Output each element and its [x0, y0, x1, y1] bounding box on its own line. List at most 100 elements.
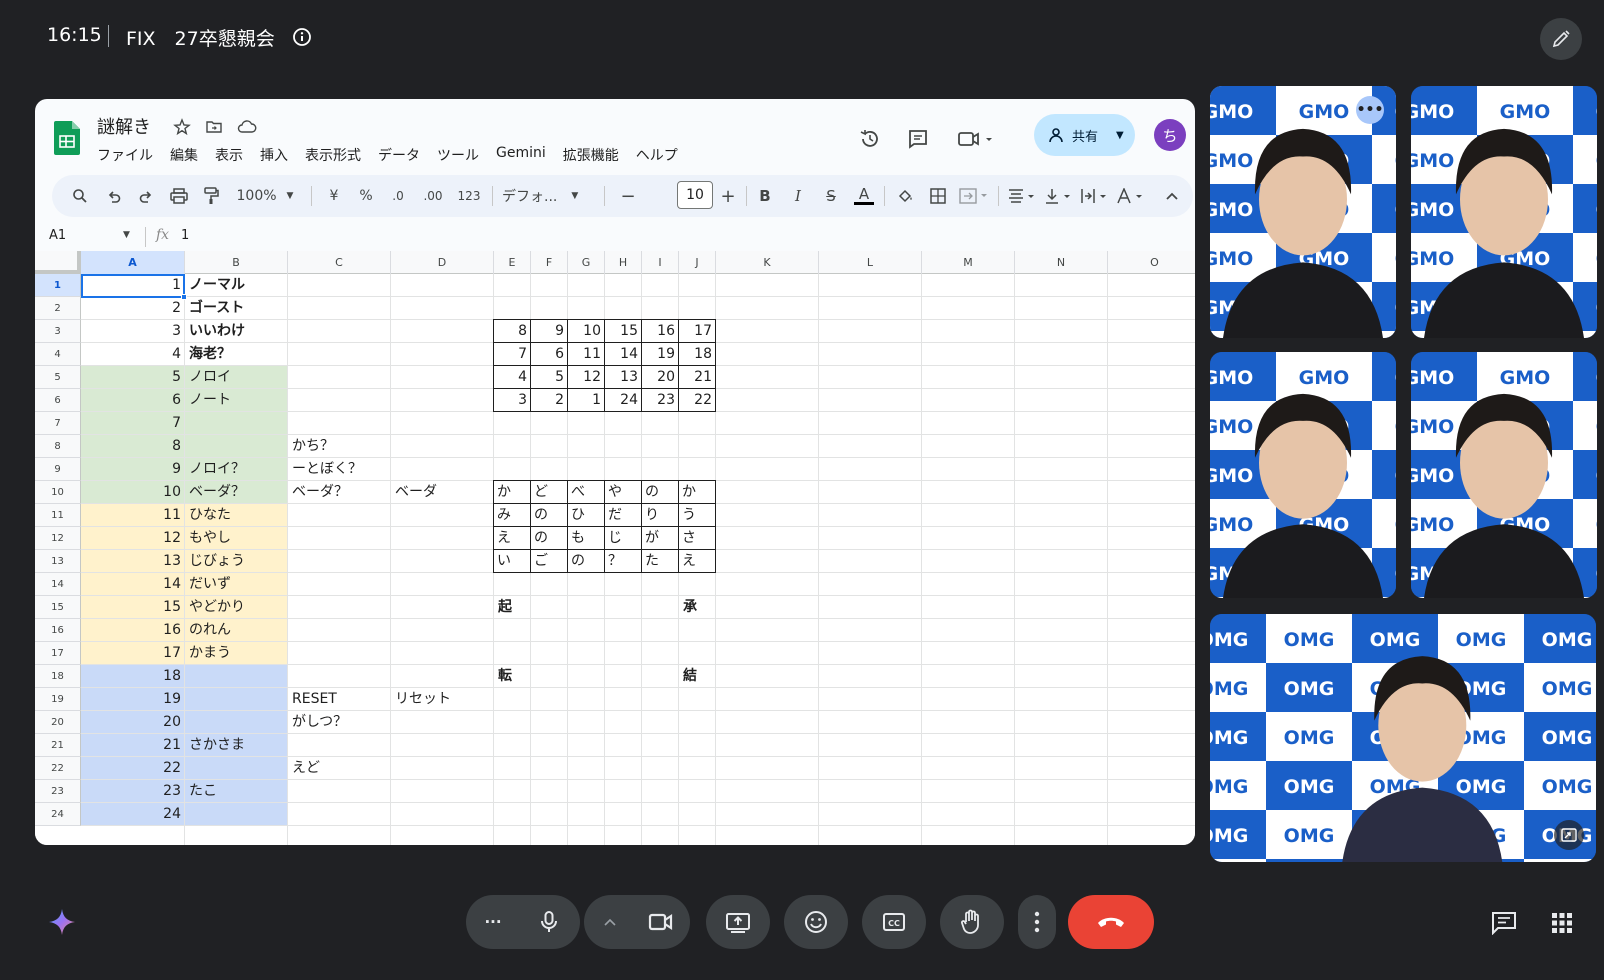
cell-a12[interactable]: 12 — [81, 527, 185, 550]
column-header-b[interactable]: B — [185, 251, 288, 274]
print-icon[interactable] — [167, 184, 191, 208]
percent-format-button[interactable]: % — [356, 184, 376, 208]
spreadsheet-grid[interactable]: ABCDEFGHIJKLMNO 1 2 3 4 5 6 7 8 9 10 11 12 13 14 15 16 1… — [35, 251, 1195, 845]
number-table-cell[interactable]: 1 — [567, 388, 605, 412]
column-header-l[interactable]: L — [819, 251, 922, 274]
number-table-cell[interactable]: 20 — [641, 365, 679, 389]
menu-data[interactable]: データ — [378, 145, 420, 165]
search-menus-icon[interactable] — [68, 184, 92, 208]
chat-icon[interactable] — [1490, 909, 1518, 937]
cell-c9[interactable]: ーとぼく？ — [288, 458, 391, 481]
number-table-cell[interactable]: 16 — [641, 319, 679, 343]
row-header-15[interactable]: 15 — [35, 596, 81, 619]
kana-table-cell[interactable]: も — [567, 526, 605, 550]
number-table-cell[interactable]: 22 — [678, 388, 716, 412]
increase-decimal-button[interactable]: .00 — [420, 184, 446, 208]
cell-a14[interactable]: 14 — [81, 573, 185, 596]
row-header-16[interactable]: 16 — [35, 619, 81, 642]
number-table-cell[interactable]: 2 — [530, 388, 568, 412]
number-table-cell[interactable]: 3 — [493, 388, 531, 412]
number-table-cell[interactable]: 21 — [678, 365, 716, 389]
row-header-7[interactable]: 7 — [35, 412, 81, 435]
cell-a18[interactable]: 18 — [81, 665, 185, 688]
menu-file[interactable]: ファイル — [97, 145, 153, 165]
menu-view[interactable]: 表示 — [215, 145, 243, 165]
column-header-o[interactable]: O — [1108, 251, 1195, 274]
strikethrough-button[interactable]: S — [820, 184, 842, 208]
hangup-icon[interactable] — [1068, 895, 1154, 949]
row-header-14[interactable]: 14 — [35, 573, 81, 596]
cell-b11[interactable]: ひなた — [185, 504, 288, 527]
cell-b21[interactable]: さかさま — [185, 734, 288, 757]
captions-icon[interactable]: CC — [862, 895, 926, 949]
cell-e15[interactable]: 起 — [494, 596, 531, 619]
number-table-cell[interactable]: 9 — [530, 319, 568, 343]
cell-a2[interactable]: 2 — [81, 297, 185, 320]
number-table-cell[interactable]: 19 — [641, 342, 679, 366]
paint-format-icon[interactable] — [199, 184, 223, 208]
fill-color-icon[interactable] — [894, 184, 918, 208]
kana-table-cell[interactable]: の — [567, 549, 605, 573]
column-header-i[interactable]: I — [642, 251, 679, 274]
kana-table-cell[interactable]: だ — [604, 503, 642, 527]
column-header-c[interactable]: C — [288, 251, 391, 274]
cell-a4[interactable]: 4 — [81, 343, 185, 366]
cell-a5[interactable]: 5 — [81, 366, 185, 389]
cell-a20[interactable]: 20 — [81, 711, 185, 734]
kana-table-cell[interactable]: じ — [604, 526, 642, 550]
cell-a17[interactable]: 17 — [81, 642, 185, 665]
row-header-2[interactable]: 2 — [35, 297, 81, 320]
number-table-cell[interactable]: 12 — [567, 365, 605, 389]
increase-font-size-button[interactable]: + — [718, 184, 738, 208]
cell-b6[interactable]: ノート — [185, 389, 288, 412]
column-header-a[interactable]: A — [81, 251, 185, 274]
move-to-folder-icon[interactable] — [205, 118, 225, 138]
number-table-cell[interactable]: 7 — [493, 342, 531, 366]
cell-b4[interactable]: 海老？ — [185, 343, 288, 366]
row-header-10[interactable]: 10 — [35, 481, 81, 504]
share-button[interactable]: 共有 ▼ — [1034, 114, 1135, 156]
cells-area[interactable]: 1 2 3 4 5 6 7 8 9 10 11 12 13 14 15 16 17 18 19 20 21 22 23 24 ノ… — [81, 274, 1195, 845]
cell-d10[interactable]: ベーダ — [391, 481, 494, 504]
undo-icon[interactable] — [102, 184, 126, 208]
menu-help[interactable]: ヘルプ — [636, 145, 678, 165]
kana-table-cell[interactable]: え — [678, 549, 716, 573]
cell-c19[interactable]: RESET — [288, 688, 391, 711]
number-table-cell[interactable]: 5 — [530, 365, 568, 389]
fill-handle[interactable] — [181, 294, 187, 300]
row-header-22[interactable]: 22 — [35, 757, 81, 780]
italic-button[interactable]: I — [787, 184, 809, 208]
menu-format[interactable]: 表示形式 — [305, 145, 361, 165]
column-header-k[interactable]: K — [716, 251, 819, 274]
kana-table-cell[interactable]: り — [641, 503, 679, 527]
cell-b13[interactable]: じびょう — [185, 550, 288, 573]
bold-button[interactable]: B — [754, 184, 776, 208]
kana-table-cell[interactable]: え — [493, 526, 531, 550]
version-history-icon[interactable] — [856, 125, 884, 153]
raise-hand-icon[interactable] — [940, 895, 1004, 949]
cell-a8[interactable]: 8 — [81, 435, 185, 458]
menu-tools[interactable]: ツール — [437, 145, 479, 165]
cell-a23[interactable]: 23 — [81, 780, 185, 803]
number-table-cell[interactable]: 6 — [530, 342, 568, 366]
text-rotation-icon[interactable] — [1114, 184, 1148, 208]
mic-icon[interactable] — [522, 895, 576, 949]
meet-present-icon[interactable] — [954, 125, 998, 153]
redo-icon[interactable] — [134, 184, 158, 208]
cell-a19[interactable]: 19 — [81, 688, 185, 711]
participant-tile-2[interactable]: GMOGMOGMOGMOGMOGMOGMOGMOGMOGMOGMOGMOGMOG… — [1411, 86, 1597, 338]
picture-in-picture-icon[interactable] — [1554, 820, 1584, 850]
column-header-h[interactable]: H — [605, 251, 642, 274]
vertical-align-icon[interactable] — [1042, 184, 1076, 208]
cell-c22[interactable]: えど — [288, 757, 391, 780]
row-header-4[interactable]: 4 — [35, 343, 81, 366]
font-size-input[interactable]: 10 — [677, 181, 713, 209]
row-header-9[interactable]: 9 — [35, 458, 81, 481]
apps-icon[interactable] — [1548, 909, 1576, 937]
text-color-button[interactable]: A — [852, 184, 876, 208]
row-header-3[interactable]: 3 — [35, 320, 81, 343]
number-table-cell[interactable]: 24 — [604, 388, 642, 412]
kana-table-cell[interactable]: ？ — [604, 549, 642, 573]
cell-b10[interactable]: ベーダ？ — [185, 481, 288, 504]
menu-gemini[interactable]: Gemini — [496, 145, 546, 165]
